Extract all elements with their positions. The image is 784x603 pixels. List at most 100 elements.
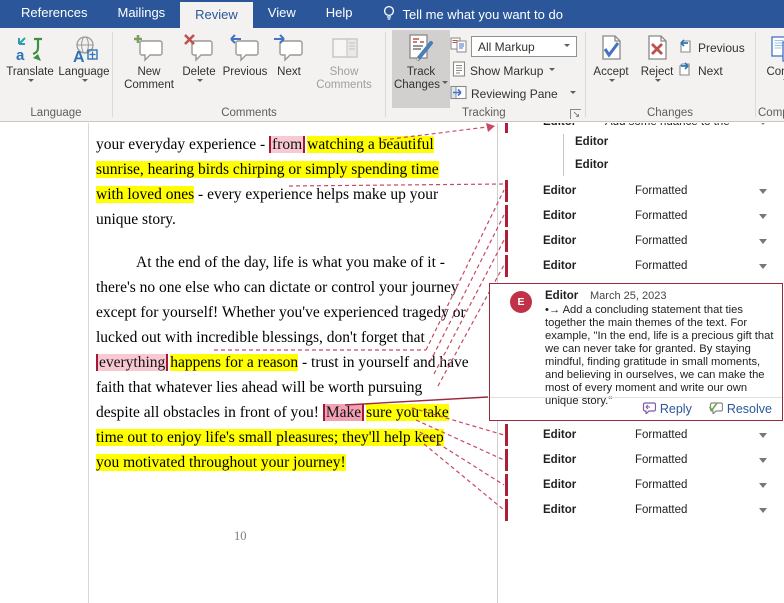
chevron-down-icon xyxy=(609,79,615,85)
accept-label: Accept xyxy=(593,66,628,79)
comment-divider xyxy=(490,397,782,398)
revision-row[interactable]: EditorFormatted xyxy=(497,474,784,499)
revision-action: Formatted xyxy=(635,504,687,516)
show-markup-button[interactable]: Show Markup xyxy=(452,61,555,80)
ribbon-group-compare: Compa Compa xyxy=(756,28,784,121)
dropdown-icon[interactable] xyxy=(759,214,767,223)
reply-bubble-icon xyxy=(641,401,656,417)
chevron-down-icon xyxy=(549,68,555,74)
previous-change-button[interactable]: Previous xyxy=(678,38,745,57)
track-changes-icon xyxy=(406,32,436,66)
previous-comment-icon xyxy=(229,32,261,66)
translate-button[interactable]: a Translate xyxy=(4,30,56,85)
previous-comment-button[interactable]: Previous xyxy=(221,30,269,79)
new-comment-button[interactable]: New Comment xyxy=(121,30,177,92)
next-change-button[interactable]: Next xyxy=(678,61,723,80)
resolve-button[interactable]: Resolve xyxy=(708,401,772,417)
reject-button[interactable]: Reject xyxy=(636,30,678,85)
comment-reply-row[interactable]: Editor xyxy=(575,136,608,148)
text-segment: despite all obstacles in front of you! xyxy=(96,404,323,421)
highlighted-text-segment: you motivated throughout your journey! xyxy=(96,454,346,471)
tracking-dialog-launcher-icon[interactable]: ↘ xyxy=(570,109,581,119)
revision-row-partial[interactable]: Editor Add some nuance to the xyxy=(497,123,784,136)
reviewing-pane-button[interactable]: Reviewing Pane xyxy=(450,85,576,103)
tab-review[interactable]: Review xyxy=(180,2,253,28)
show-comments-button[interactable]: Show Comments xyxy=(313,30,375,92)
accept-icon xyxy=(597,32,625,66)
revision-author: Editor xyxy=(543,504,576,516)
highlighted-text-segment: sunrise, hearing birds chirping or simpl… xyxy=(96,161,439,178)
next-change-label: Next xyxy=(698,64,723,78)
translate-icon: a xyxy=(15,32,45,66)
markup-selected-value: All Markup xyxy=(478,40,535,54)
revision-row[interactable]: Editor Formatted xyxy=(497,499,784,524)
reply-button[interactable]: Reply xyxy=(641,401,692,417)
document-text-line: time out to enjoy life's small pleasures… xyxy=(96,425,492,450)
dropdown-icon[interactable] xyxy=(759,264,767,273)
comment-date: March 25, 2023 xyxy=(590,290,666,302)
revision-action: Formatted xyxy=(635,235,687,247)
comment-card[interactable]: E Editor March 25, 2023 •→ Add a conclud… xyxy=(489,283,783,421)
text-segment: - every experience helps make up your xyxy=(194,186,438,203)
chevron-down-icon xyxy=(197,79,203,85)
document-text-line: faith that whatever lies ahead will be w… xyxy=(96,375,492,400)
dropdown-icon[interactable] xyxy=(759,483,767,492)
dropdown-icon[interactable] xyxy=(759,458,767,467)
previous-change-icon xyxy=(678,38,694,57)
revision-action: Formatted xyxy=(635,210,687,222)
dropdown-icon[interactable] xyxy=(759,123,767,129)
ribbon-group-language: a Translate A xyxy=(0,28,112,121)
page-number: 10 xyxy=(234,529,247,544)
text-segment: unique story. xyxy=(96,211,176,228)
revision-author: Editor xyxy=(543,235,576,247)
language-globe-icon: A xyxy=(69,32,99,66)
language-button[interactable]: A Language xyxy=(58,30,110,85)
display-for-review-select[interactable]: All Markup xyxy=(471,36,577,57)
comments-group-label: Comments xyxy=(113,107,385,119)
resolve-label: Resolve xyxy=(727,402,772,416)
tracking-group-label: Tracking xyxy=(386,107,584,119)
revision-author: Editor xyxy=(543,454,576,466)
document-text-line: despite all obstacles in front of you! M… xyxy=(96,400,492,425)
document-text-line: there's no one else who can dictate or c… xyxy=(96,275,492,300)
dropdown-icon[interactable] xyxy=(759,189,767,198)
tell-me-box[interactable]: Tell me what you want to do xyxy=(382,0,563,28)
svg-text:a: a xyxy=(16,47,25,64)
track-changes-button[interactable]: Track Changes xyxy=(392,30,450,108)
revision-author: Editor xyxy=(543,479,576,491)
delete-label: Delete xyxy=(182,66,215,79)
dropdown-icon[interactable] xyxy=(759,433,767,442)
svg-text:A: A xyxy=(73,49,85,64)
chevron-down-icon xyxy=(442,81,448,87)
show-comments-icon xyxy=(329,32,359,66)
dropdown-icon[interactable] xyxy=(759,508,767,517)
tab-references[interactable]: References xyxy=(6,0,102,28)
tab-mailings[interactable]: Mailings xyxy=(102,0,180,28)
next-comment-label: Next xyxy=(277,66,301,79)
word-review-window: References Mailings Review View Help Tel… xyxy=(0,0,784,603)
delete-comment-button[interactable]: Delete xyxy=(179,30,219,85)
ribbon-group-tracking: Track Changes All Markup xyxy=(386,28,584,121)
chevron-down-icon xyxy=(82,79,88,85)
tab-help[interactable]: Help xyxy=(311,0,368,28)
revision-row[interactable]: EditorFormatted xyxy=(497,424,784,449)
revision-row[interactable]: EditorFormatted xyxy=(497,449,784,474)
compare-label: Compa xyxy=(766,66,784,79)
accept-button[interactable]: Accept xyxy=(588,30,634,85)
revision-row[interactable]: Editor Formatted xyxy=(497,230,784,255)
compare-button[interactable]: Compa xyxy=(758,30,784,85)
revision-row[interactable]: EditorFormatted xyxy=(497,180,784,205)
comment-reply-row[interactable]: Editor xyxy=(575,159,608,171)
revision-row[interactable]: EditorFormatted xyxy=(497,255,784,280)
new-comment-bubble-icon xyxy=(133,32,165,66)
next-comment-button[interactable]: Next xyxy=(271,30,307,79)
document-page[interactable]: your everyday experience - fromwatching … xyxy=(96,132,492,475)
avatar: E xyxy=(510,291,532,313)
comment-body: •→ Add a concluding statement that ties … xyxy=(545,304,779,408)
revision-row[interactable]: EditorFormatted xyxy=(497,205,784,230)
revision-action: Formatted xyxy=(635,260,687,272)
dropdown-icon[interactable] xyxy=(759,239,767,248)
highlighted-text-segment: watching a beautiful xyxy=(307,136,434,153)
tab-view[interactable]: View xyxy=(253,0,311,28)
revision-author: Editor xyxy=(543,185,576,197)
